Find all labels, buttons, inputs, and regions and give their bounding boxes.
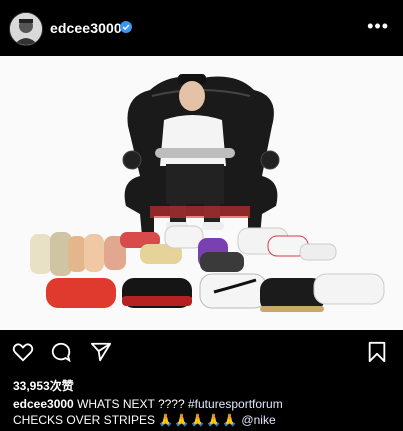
post-header: edcee3000 •••: [0, 0, 403, 56]
heart-icon[interactable]: [12, 341, 34, 363]
caption-hashtag[interactable]: #futuresportforum: [188, 397, 283, 411]
avatar[interactable]: [9, 12, 43, 46]
comment-icon[interactable]: [50, 341, 72, 363]
caption-emoji: 🙏🙏🙏🙏🙏: [158, 413, 239, 427]
send-icon[interactable]: [90, 341, 112, 363]
caption-username[interactable]: edcee3000: [13, 397, 74, 411]
caption-text-1: WHATS NEXT ????: [73, 397, 188, 411]
verified-badge-icon: [120, 21, 132, 33]
bookmark-icon[interactable]: [366, 341, 388, 363]
post-photo-image: [0, 56, 403, 330]
post-photo[interactable]: [0, 56, 403, 330]
post-actions-bar: [0, 337, 403, 367]
more-horizontal-icon[interactable]: •••: [367, 17, 389, 35]
caption-text-2: CHECKS OVER STRIPES: [13, 413, 159, 427]
likes-count[interactable]: 33,953次赞: [13, 377, 74, 394]
likes-number: 33,953: [13, 379, 50, 393]
avatar-image: [10, 13, 42, 45]
post-caption: edcee3000 WHATS NEXT ???? #futuresportfo…: [13, 396, 393, 428]
likes-suffix: 次赞: [49, 379, 74, 393]
caption-mention[interactable]: @nike: [238, 413, 275, 427]
post-username[interactable]: edcee3000: [50, 20, 122, 36]
